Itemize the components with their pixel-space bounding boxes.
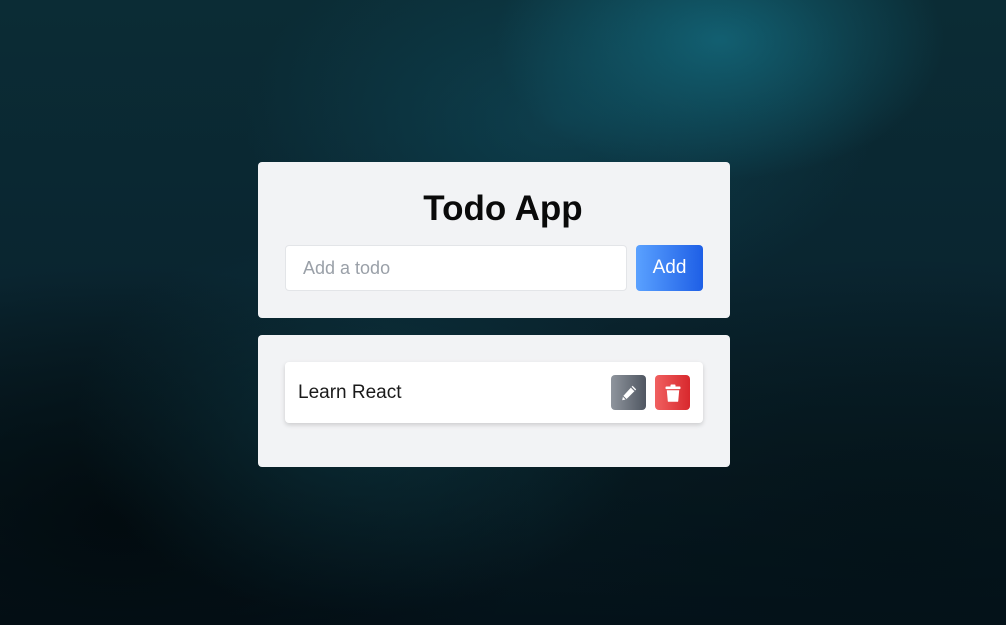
delete-button[interactable] xyxy=(655,375,690,410)
page-title: Todo App xyxy=(423,189,583,228)
todo-text: Learn React xyxy=(298,382,402,403)
list-item: Learn React xyxy=(285,362,703,423)
trash-icon xyxy=(665,384,681,402)
pencil-icon xyxy=(620,384,638,402)
edit-button[interactable] xyxy=(611,375,646,410)
add-button[interactable]: Add xyxy=(636,245,703,291)
todo-input[interactable] xyxy=(285,245,627,291)
